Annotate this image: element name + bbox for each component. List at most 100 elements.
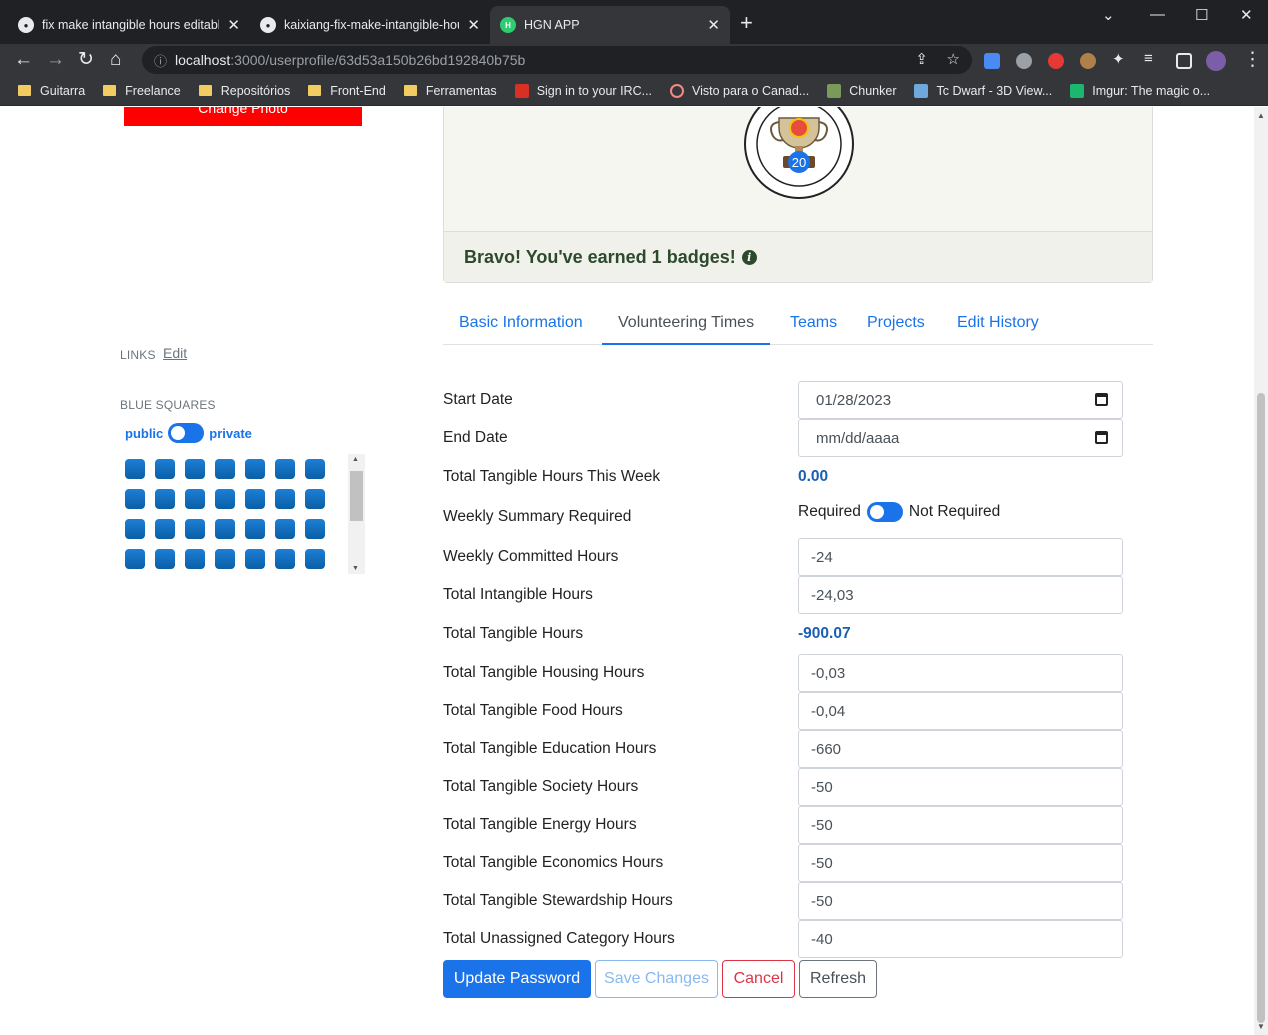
blue-square[interactable] (125, 489, 145, 509)
new-tab-icon[interactable]: + (740, 12, 753, 34)
blue-square[interactable] (185, 489, 205, 509)
blue-square[interactable] (305, 489, 325, 509)
category-input-unassigned[interactable]: -40 (798, 920, 1123, 958)
tab-basic-information[interactable]: Basic Information (443, 303, 599, 345)
reading-list-icon[interactable]: ≡ (1144, 50, 1160, 67)
blue-square[interactable] (185, 549, 205, 569)
blue-square[interactable] (245, 519, 265, 539)
blue-square[interactable] (125, 549, 145, 569)
scroll-up-icon[interactable]: ▲ (1257, 111, 1265, 120)
category-input-energy[interactable]: -50 (798, 806, 1123, 844)
blue-square[interactable] (275, 459, 295, 479)
share-icon[interactable]: ⇪ (915, 50, 928, 68)
blue-square[interactable] (305, 549, 325, 569)
blue-square[interactable] (155, 519, 175, 539)
bookmark-folder[interactable]: Repositórios (198, 84, 290, 98)
scroll-up-icon[interactable]: ▲ (352, 456, 359, 463)
category-input-education[interactable]: -660 (798, 730, 1123, 768)
blue-square[interactable] (275, 519, 295, 539)
blue-square[interactable] (155, 459, 175, 479)
update-password-button[interactable]: Update Password (443, 960, 591, 998)
bookmark-link[interactable]: Tc Dwarf - 3D View... (914, 83, 1052, 98)
calendar-icon[interactable] (1095, 393, 1108, 406)
blue-square[interactable] (155, 489, 175, 509)
bookmark-link[interactable]: Chunker (827, 83, 896, 98)
blue-square[interactable] (275, 489, 295, 509)
refresh-button[interactable]: Refresh (799, 960, 877, 998)
close-window-icon[interactable]: ✕ (1240, 6, 1253, 24)
page-scroll-thumb[interactable] (1257, 393, 1265, 1023)
forward-icon[interactable]: → (46, 48, 65, 72)
blue-square[interactable] (305, 519, 325, 539)
close-tab-icon[interactable]: ✕ (467, 16, 480, 34)
bookmark-link[interactable]: Sign in to your IRC... (514, 83, 652, 98)
bookmark-folder[interactable]: Freelance (103, 84, 181, 98)
address-bar[interactable]: ⓘ localhost:3000/userprofile/63d53a150b2… (142, 46, 972, 74)
browser-tab-3[interactable]: H HGN APP ✕ (490, 6, 730, 44)
blue-square[interactable] (155, 549, 175, 569)
profile-avatar-icon[interactable] (1206, 51, 1226, 71)
blue-square[interactable] (245, 549, 265, 569)
category-input-society[interactable]: -50 (798, 768, 1123, 806)
summary-required-switch[interactable] (866, 502, 903, 522)
bookmark-folder[interactable]: Front-End (308, 84, 386, 98)
save-changes-button[interactable]: Save Changes (595, 960, 718, 998)
home-icon[interactable]: ⌂ (110, 48, 121, 72)
blue-square[interactable] (215, 459, 235, 479)
blue-square[interactable] (125, 519, 145, 539)
blue-square[interactable] (245, 459, 265, 479)
bookmark-link[interactable]: Visto para o Canad... (670, 83, 809, 98)
change-photo-button[interactable]: Change Photo (124, 107, 362, 126)
privacy-switch[interactable] (168, 423, 205, 443)
blue-square[interactable] (125, 459, 145, 479)
extension-icon[interactable] (1016, 53, 1032, 69)
blue-square[interactable] (185, 519, 205, 539)
blue-square[interactable] (245, 489, 265, 509)
intangible-hours-input[interactable]: -24,03 (798, 576, 1123, 614)
close-tab-icon[interactable]: ✕ (227, 16, 240, 34)
scroll-down-icon[interactable]: ▼ (352, 565, 359, 572)
category-input-economics[interactable]: -50 (798, 844, 1123, 882)
minimize-icon[interactable]: — (1150, 6, 1165, 23)
tab-projects[interactable]: Projects (851, 303, 941, 345)
blue-square[interactable] (215, 519, 235, 539)
scroll-down-icon[interactable]: ▼ (1257, 1022, 1265, 1031)
blue-square[interactable] (215, 549, 235, 569)
start-date-input[interactable]: 01/28/2023 (798, 381, 1123, 419)
trophy-badge-image[interactable]: 20 (741, 107, 857, 206)
scroll-thumb[interactable] (350, 471, 363, 521)
tab-teams[interactable]: Teams (774, 303, 853, 345)
bookmark-link[interactable]: Imgur: The magic o... (1070, 83, 1210, 98)
tab-search-icon[interactable]: ⌄ (1102, 6, 1115, 24)
links-edit-link[interactable]: Edit (163, 345, 187, 361)
category-input-food[interactable]: -0,04 (798, 692, 1123, 730)
reload-icon[interactable]: ↻ (78, 48, 94, 72)
maximize-icon[interactable]: ☐ (1195, 6, 1208, 24)
adblock-extension-icon[interactable] (1048, 53, 1064, 69)
browser-tab-2[interactable]: ● kaixiang-fix-make-intangible-hours ✕ (250, 6, 490, 44)
close-tab-icon[interactable]: ✕ (707, 16, 720, 34)
blue-square[interactable] (185, 459, 205, 479)
browser-tab-1[interactable]: ● fix make intangible hours editable ✕ (8, 6, 250, 44)
bookmark-star-icon[interactable]: ☆ (947, 50, 960, 68)
tab-volunteering-times[interactable]: Volunteering Times (602, 303, 771, 345)
blue-square[interactable] (275, 549, 295, 569)
committed-hours-input[interactable]: -24 (798, 538, 1123, 576)
translate-extension-icon[interactable] (984, 53, 1000, 69)
page-scrollbar[interactable]: ▲ ▼ (1254, 107, 1268, 1035)
end-date-input[interactable]: mm/dd/aaaa (798, 419, 1123, 457)
back-icon[interactable]: ← (14, 48, 33, 72)
extension-icon[interactable] (1080, 53, 1096, 69)
blue-squares-scrollbar[interactable]: ▲ ▼ (348, 454, 365, 574)
bookmark-folder[interactable]: Guitarra (18, 84, 85, 98)
bookmark-folder[interactable]: Ferramentas (403, 84, 497, 98)
extensions-puzzle-icon[interactable]: ✦ (1112, 50, 1128, 68)
info-icon[interactable]: i (741, 249, 757, 265)
menu-kebab-icon[interactable]: ⋮ (1243, 48, 1262, 72)
cancel-button[interactable]: Cancel (722, 960, 795, 998)
side-panel-icon[interactable] (1176, 53, 1192, 69)
blue-square[interactable] (305, 459, 325, 479)
blue-square[interactable] (215, 489, 235, 509)
category-input-housing[interactable]: -0,03 (798, 654, 1123, 692)
tab-edit-history[interactable]: Edit History (941, 303, 1055, 345)
